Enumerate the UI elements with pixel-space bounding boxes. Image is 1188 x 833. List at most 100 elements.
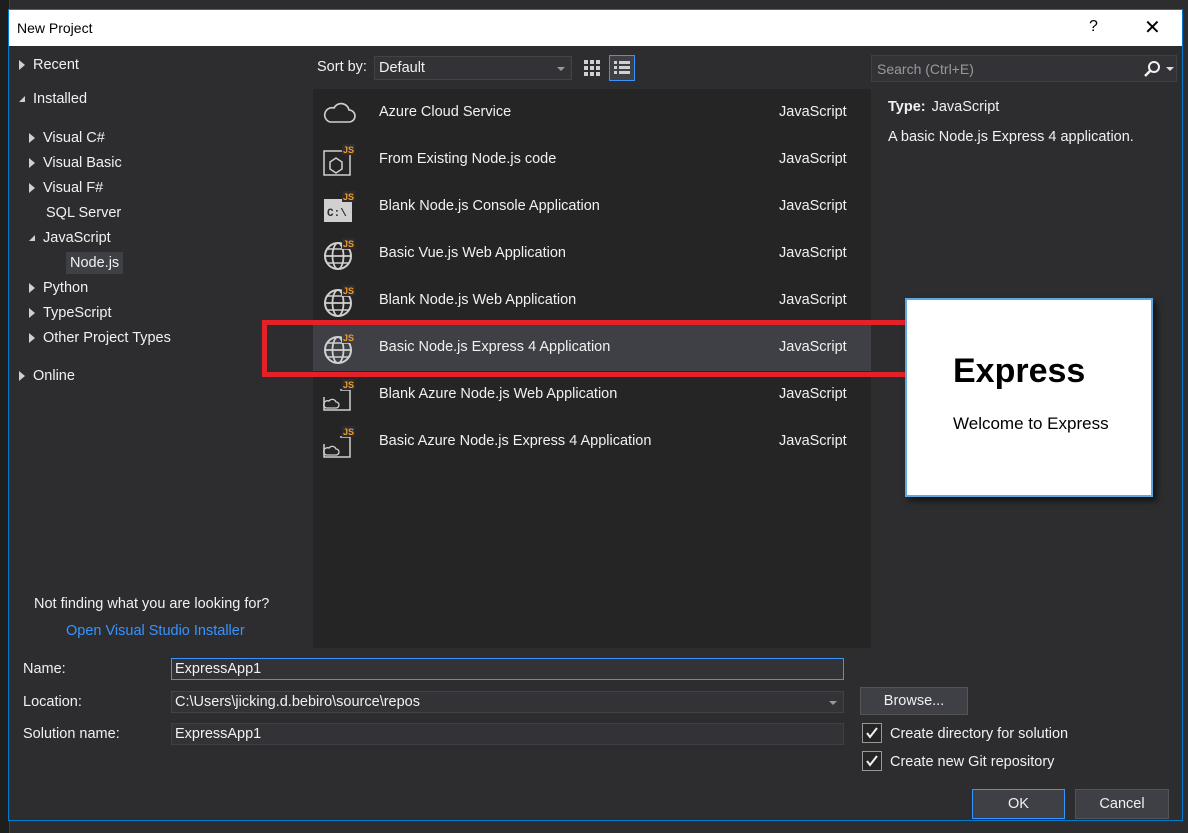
- expand-arrow-icon: [29, 133, 35, 144]
- tree-item-online[interactable]: Online: [19, 365, 75, 387]
- grid-view-button[interactable]: [579, 55, 605, 81]
- preview-heading: Express: [953, 352, 1086, 390]
- open-installer-link[interactable]: Open Visual Studio Installer: [66, 623, 245, 639]
- list-view-icon: [614, 61, 630, 74]
- search-icon[interactable]: [1142, 59, 1162, 79]
- tree-item-javascript[interactable]: JavaScript: [29, 227, 111, 249]
- tree-label: Installed: [33, 91, 88, 107]
- template-row[interactable]: Azure Cloud Service JavaScript: [313, 89, 871, 136]
- expand-arrow-icon: [29, 183, 35, 194]
- name-label: Name:: [23, 661, 66, 677]
- js-existing-code-icon: JS: [323, 144, 355, 176]
- grid-view-icon: [584, 60, 600, 76]
- tree-item-recent[interactable]: Recent: [19, 54, 79, 76]
- tree-label: Online: [33, 368, 75, 384]
- tree-item-visual-fsharp[interactable]: Visual F#: [29, 177, 103, 199]
- js-console-icon: C:\ JS: [324, 191, 355, 222]
- checkmark-icon: [866, 727, 878, 739]
- collapse-arrow-icon: [29, 235, 35, 242]
- js-azure-icon: JS: [323, 426, 355, 458]
- template-name: Basic Azure Node.js Express 4 Applicatio…: [379, 433, 652, 449]
- solution-name-value: ExpressApp1: [175, 726, 262, 742]
- template-row[interactable]: JS From Existing Node.js code JavaScript: [313, 136, 871, 183]
- template-language: JavaScript: [779, 433, 847, 449]
- tree-label: SQL Server: [46, 205, 122, 221]
- template-name: From Existing Node.js code: [379, 151, 557, 167]
- tree-item-visual-csharp[interactable]: Visual C#: [29, 127, 105, 149]
- ok-button[interactable]: OK: [972, 789, 1065, 819]
- expand-arrow-icon: [29, 308, 35, 319]
- template-row[interactable]: JS Basic Azure Node.js Express 4 Applica…: [313, 418, 871, 465]
- new-project-dialog: New Project ? ✕ Recent Installed Visual …: [8, 9, 1183, 821]
- tree-item-nodejs[interactable]: Node.js: [66, 252, 124, 274]
- expand-arrow-icon: [29, 158, 35, 169]
- search-options-arrow-icon[interactable]: [1166, 67, 1174, 71]
- template-language: JavaScript: [779, 386, 847, 402]
- sort-value: Default: [379, 60, 425, 76]
- help-button[interactable]: ?: [1089, 18, 1098, 36]
- svg-text:JS: JS: [343, 427, 354, 437]
- template-language: JavaScript: [779, 151, 847, 167]
- not-finding-text: Not finding what you are looking for?: [34, 596, 270, 612]
- create-git-checkbox[interactable]: [862, 751, 882, 771]
- template-language: JavaScript: [779, 292, 847, 308]
- svg-text:JS: JS: [343, 380, 354, 390]
- tree-item-python[interactable]: Python: [29, 277, 88, 299]
- template-row[interactable]: C:\ JS Blank Node.js Console Application…: [313, 183, 871, 230]
- tree-item-installed[interactable]: Installed: [19, 88, 87, 110]
- create-directory-label: Create directory for solution: [890, 726, 1069, 742]
- sort-dropdown[interactable]: Default: [374, 56, 572, 80]
- name-value: ExpressApp1: [175, 661, 262, 677]
- window-title: New Project: [17, 20, 93, 36]
- template-row[interactable]: JS Blank Node.js Web Application JavaScr…: [313, 277, 871, 324]
- expand-arrow-icon: [19, 60, 25, 71]
- list-view-button[interactable]: [609, 55, 635, 81]
- tree-label: Visual C#: [43, 130, 105, 146]
- annotation-highlight-box: [262, 320, 921, 377]
- collapse-arrow-icon: [19, 96, 25, 103]
- cancel-button[interactable]: Cancel: [1075, 789, 1169, 819]
- type-value: JavaScript: [931, 99, 1000, 115]
- template-language: JavaScript: [779, 245, 847, 261]
- tree-label: Visual F#: [43, 180, 104, 196]
- browse-button[interactable]: Browse...: [860, 687, 968, 715]
- tree-item-other-project-types[interactable]: Other Project Types: [29, 327, 171, 349]
- template-description: A basic Node.js Express 4 application.: [888, 129, 1134, 145]
- template-language: JavaScript: [779, 198, 847, 214]
- preview-subtext: Welcome to Express: [953, 414, 1109, 433]
- cloud-icon: [323, 102, 356, 123]
- sort-label: Sort by:: [317, 59, 367, 75]
- solution-name-label: Solution name:: [23, 726, 120, 742]
- tree-label: Python: [43, 280, 89, 296]
- template-language: JavaScript: [779, 104, 847, 120]
- svg-text:C:\: C:\: [327, 208, 347, 220]
- svg-text:JS: JS: [343, 286, 354, 296]
- tree-item-sql-server[interactable]: SQL Server: [46, 202, 121, 224]
- tree-item-visual-basic[interactable]: Visual Basic: [29, 152, 122, 174]
- search-placeholder: Search (Ctrl+E): [877, 61, 974, 77]
- create-directory-checkbox[interactable]: [862, 723, 882, 743]
- template-row[interactable]: JS Basic Vue.js Web Application JavaScri…: [313, 230, 871, 277]
- js-globe-icon: JS: [324, 238, 355, 270]
- template-name: Azure Cloud Service: [379, 104, 512, 120]
- expand-arrow-icon: [19, 371, 25, 382]
- js-azure-icon: JS: [323, 379, 355, 411]
- name-field[interactable]: ExpressApp1: [171, 658, 844, 680]
- expand-arrow-icon: [29, 283, 35, 294]
- template-name: Basic Vue.js Web Application: [379, 245, 566, 261]
- tree-item-typescript[interactable]: TypeScript: [29, 302, 112, 324]
- create-git-label: Create new Git repository: [890, 754, 1055, 770]
- type-label: Type:: [888, 99, 926, 115]
- close-button[interactable]: ✕: [1144, 15, 1161, 40]
- tree-label: Visual Basic: [43, 155, 122, 171]
- location-label: Location:: [23, 694, 82, 710]
- template-row[interactable]: JS Blank Azure Node.js Web Application J…: [313, 371, 871, 418]
- search-input[interactable]: Search (Ctrl+E): [871, 55, 1177, 82]
- template-name: Blank Node.js Web Application: [379, 292, 577, 308]
- solution-name-field[interactable]: ExpressApp1: [171, 723, 844, 745]
- expand-arrow-icon: [29, 333, 35, 344]
- location-field[interactable]: C:\Users\jicking.d.bebiro\source\repos: [171, 691, 844, 713]
- checkmark-icon: [866, 755, 878, 767]
- dropdown-arrow-icon[interactable]: [829, 701, 837, 705]
- template-preview: Express Welcome to Express: [905, 298, 1153, 497]
